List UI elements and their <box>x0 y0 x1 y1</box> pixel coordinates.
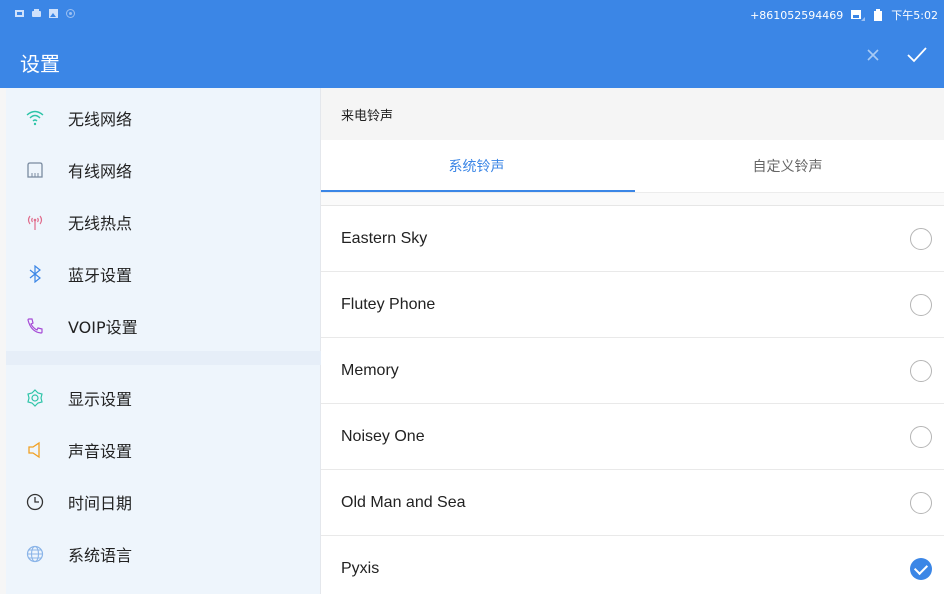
ringtone-panel: 来电铃声 系统铃声 自定义铃声 Eastern Sky Flutey Phone… <box>321 88 944 594</box>
ringtone-name: Flutey Phone <box>341 295 436 313</box>
sidebar-item-ethernet[interactable]: 有线网络 <box>0 144 321 196</box>
list-spacer <box>321 193 944 206</box>
hotspot-icon <box>24 211 46 233</box>
sidebar-item-display[interactable]: 显示设置 <box>0 372 321 424</box>
notification-icon <box>15 10 24 17</box>
sidebar-item-label: 有线网络 <box>68 162 133 181</box>
battery-icon <box>874 9 883 21</box>
radio-button[interactable] <box>910 227 932 250</box>
sidebar-item-voip[interactable]: VOIP设置 <box>0 300 321 352</box>
title-bar: 设置 <box>0 30 944 88</box>
list-item[interactable]: Memory <box>321 338 944 404</box>
ethernet-icon <box>24 159 46 181</box>
ringtone-name: Memory <box>341 361 399 379</box>
sidebar-item-sound[interactable]: 声音设置 <box>0 424 321 476</box>
sidebar-item-label: 蓝牙设置 <box>68 266 133 285</box>
sidebar-edge <box>0 88 6 594</box>
radio-button[interactable] <box>910 293 932 316</box>
page-title: 设置 <box>20 52 60 76</box>
ringtone-name: Noisey One <box>341 427 425 445</box>
phone-number: +861052594469 <box>750 8 844 22</box>
list-item[interactable]: Pyxis <box>321 536 944 594</box>
globe-icon <box>24 543 46 565</box>
radio-button[interactable] <box>910 425 932 448</box>
radio-button[interactable] <box>910 359 932 382</box>
check-icon[interactable] <box>906 46 928 64</box>
active-tab-indicator <box>321 190 635 192</box>
sidebar-item-label: 系统语言 <box>68 546 133 565</box>
sidebar-item-label: 显示设置 <box>68 390 133 409</box>
image-status-icon <box>49 9 58 18</box>
wifi-icon <box>24 107 46 129</box>
tab-custom-ringtones[interactable]: 自定义铃声 <box>632 140 943 192</box>
list-item[interactable]: Noisey One <box>321 404 944 470</box>
sidebar-item-label: 无线网络 <box>68 110 133 129</box>
list-item[interactable]: Eastern Sky <box>321 206 944 272</box>
close-icon[interactable] <box>866 48 880 62</box>
sidebar-item-label: 声音设置 <box>68 442 133 461</box>
ethernet-status-icon <box>851 9 866 21</box>
status-icons-right: +861052594469 下午5:02 <box>750 7 938 23</box>
sidebar-item-label: VOIP设置 <box>68 318 138 337</box>
sidebar-item-datetime[interactable]: 时间日期 <box>0 476 321 528</box>
status-bar: +861052594469 下午5:02 <box>0 0 944 30</box>
title-actions <box>866 46 928 64</box>
ringtone-name: Pyxis <box>341 560 380 577</box>
tab-system-ringtones[interactable]: 系统铃声 <box>321 140 632 192</box>
sidebar-item-bluetooth[interactable]: 蓝牙设置 <box>0 248 321 300</box>
sidebar-item-label: 时间日期 <box>68 494 133 513</box>
status-icons-left <box>14 8 76 19</box>
sidebar-divider <box>0 351 321 365</box>
ringtone-name: Eastern Sky <box>341 229 428 247</box>
display-icon <box>24 387 46 409</box>
status-time: 下午5:02 <box>891 9 938 22</box>
radio-button-checked[interactable] <box>910 558 932 580</box>
list-item[interactable]: Old Man and Sea <box>321 470 944 536</box>
bluetooth-icon <box>24 263 46 285</box>
clock-icon <box>24 491 46 513</box>
sidebar-item-label: 无线热点 <box>68 214 133 233</box>
section-title: 来电铃声 <box>321 88 944 140</box>
sidebar-item-wifi[interactable]: 无线网络 <box>0 92 321 144</box>
speaker-icon <box>24 439 46 461</box>
ringtone-name: Old Man and Sea <box>341 493 466 511</box>
location-status-icon <box>66 9 75 18</box>
radio-button[interactable] <box>910 491 932 514</box>
sidebar: 无线网络 有线网络 无线热点 蓝牙设置 VOIP设置 显示设置 声音设置 时间日… <box>0 88 321 594</box>
sidebar-item-hotspot[interactable]: 无线热点 <box>0 196 321 248</box>
list-item[interactable]: Flutey Phone <box>321 272 944 338</box>
ringtone-tabs: 系统铃声 自定义铃声 <box>321 140 944 193</box>
phone-icon <box>24 315 46 337</box>
phone-status-icon <box>32 9 41 17</box>
sidebar-item-language[interactable]: 系统语言 <box>0 528 321 580</box>
